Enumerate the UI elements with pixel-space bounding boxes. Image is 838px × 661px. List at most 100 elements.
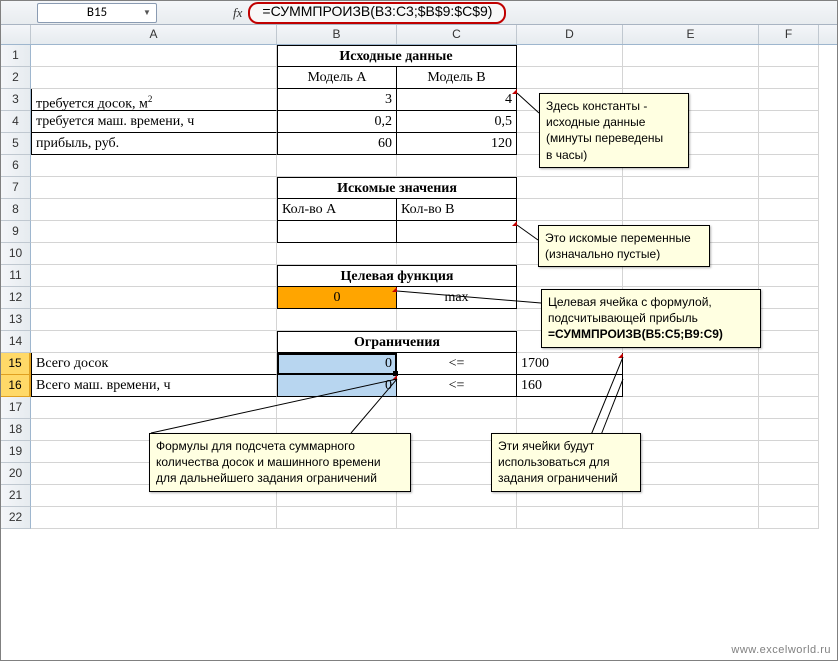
cell-A12[interactable]: [31, 287, 277, 309]
row-header-22[interactable]: 22: [1, 507, 31, 529]
cell-E8[interactable]: [623, 199, 759, 221]
cell-B4[interactable]: 0,2: [277, 111, 397, 133]
cell-C13[interactable]: [397, 309, 517, 331]
cell-B17[interactable]: [277, 397, 397, 419]
cell-F8[interactable]: [759, 199, 819, 221]
cell-C15[interactable]: <=: [397, 353, 517, 375]
cell-A17[interactable]: [31, 397, 277, 419]
cell-D8[interactable]: [517, 199, 623, 221]
cell-E1[interactable]: [623, 45, 759, 67]
cell-B8[interactable]: Кол-во A: [277, 199, 397, 221]
row-header-9[interactable]: 9: [1, 221, 31, 243]
cell-B3[interactable]: 3: [277, 89, 397, 111]
cell-C1[interactable]: Исходные данные: [396, 45, 517, 67]
col-header-B[interactable]: B: [277, 25, 397, 44]
col-header-C[interactable]: C: [397, 25, 517, 44]
row-header-16[interactable]: 16: [1, 375, 31, 397]
col-header-D[interactable]: D: [517, 25, 623, 44]
row-header-10[interactable]: 10: [1, 243, 31, 265]
cell-F12[interactable]: [759, 287, 819, 309]
cell-B9[interactable]: [277, 221, 397, 243]
fx-icon[interactable]: fx: [233, 5, 242, 21]
cell-C16[interactable]: <=: [397, 375, 517, 397]
cell-C3[interactable]: 4: [397, 89, 517, 111]
cell-A15[interactable]: Всего досок: [31, 353, 277, 375]
cell-E22[interactable]: [623, 507, 759, 529]
row-header-4[interactable]: 4: [1, 111, 31, 133]
select-all-corner[interactable]: [1, 25, 31, 44]
cell-A11[interactable]: [31, 265, 277, 287]
cell-D17[interactable]: [517, 397, 623, 419]
row-header-20[interactable]: 20: [1, 463, 31, 485]
cell-F18[interactable]: [759, 419, 819, 441]
cell-A2[interactable]: [31, 67, 277, 89]
formula-input[interactable]: =СУММПРОИЗВ(B3:C3;$B$9:$C$9): [258, 3, 496, 23]
cell-B13[interactable]: [277, 309, 397, 331]
cell-F5[interactable]: [759, 133, 819, 155]
row-header-2[interactable]: 2: [1, 67, 31, 89]
cell-F9[interactable]: [759, 221, 819, 243]
cell-C22[interactable]: [397, 507, 517, 529]
row-header-15[interactable]: 15: [1, 353, 31, 375]
cell-A1[interactable]: [31, 45, 277, 67]
cell-F17[interactable]: [759, 397, 819, 419]
cell-F10[interactable]: [759, 243, 819, 265]
cell-D2[interactable]: [517, 67, 623, 89]
cell-C12[interactable]: max: [397, 287, 517, 309]
cell-C2[interactable]: Модель B: [397, 67, 517, 89]
cell-C17[interactable]: [397, 397, 517, 419]
cell-F13[interactable]: [759, 309, 819, 331]
cell-F22[interactable]: [759, 507, 819, 529]
cell-C6[interactable]: [397, 155, 517, 177]
cell-C10[interactable]: [397, 243, 517, 265]
cell-F20[interactable]: [759, 463, 819, 485]
cell-F19[interactable]: [759, 441, 819, 463]
row-header-6[interactable]: 6: [1, 155, 31, 177]
cell-C8[interactable]: Кол-во B: [397, 199, 517, 221]
row-header-13[interactable]: 13: [1, 309, 31, 331]
row-header-7[interactable]: 7: [1, 177, 31, 199]
cell-E2[interactable]: [623, 67, 759, 89]
cell-A3[interactable]: требуется досок, м2: [31, 89, 277, 111]
cell-E17[interactable]: [623, 397, 759, 419]
row-header-21[interactable]: 21: [1, 485, 31, 507]
cell-E20[interactable]: [623, 463, 759, 485]
cell-A13[interactable]: [31, 309, 277, 331]
cell-E18[interactable]: [623, 419, 759, 441]
cell-F4[interactable]: [759, 111, 819, 133]
cell-A14[interactable]: [31, 331, 277, 353]
cell-A5[interactable]: прибыль, руб.: [31, 133, 277, 155]
cell-B6[interactable]: [277, 155, 397, 177]
cell-A22[interactable]: [31, 507, 277, 529]
cell-D1[interactable]: [517, 45, 623, 67]
cell-D11[interactable]: [517, 265, 623, 287]
cell-E11[interactable]: [623, 265, 759, 287]
row-header-19[interactable]: 19: [1, 441, 31, 463]
row-header-3[interactable]: 3: [1, 89, 31, 111]
cell-C4[interactable]: 0,5: [397, 111, 517, 133]
row-header-1[interactable]: 1: [1, 45, 31, 67]
cell-D22[interactable]: [517, 507, 623, 529]
cell-D7[interactable]: [517, 177, 623, 199]
cell-D16[interactable]: 160: [517, 375, 623, 397]
row-header-18[interactable]: 18: [1, 419, 31, 441]
cell-A9[interactable]: [31, 221, 277, 243]
cell-A10[interactable]: [31, 243, 277, 265]
cell-F11[interactable]: [759, 265, 819, 287]
cell-F7[interactable]: [759, 177, 819, 199]
cell-A6[interactable]: [31, 155, 277, 177]
cell-B22[interactable]: [277, 507, 397, 529]
row-header-11[interactable]: 11: [1, 265, 31, 287]
col-header-A[interactable]: A: [31, 25, 277, 44]
cell-F16[interactable]: [759, 375, 819, 397]
cell-B12[interactable]: 0: [277, 287, 397, 309]
chevron-down-icon[interactable]: ▼: [140, 6, 154, 20]
row-header-5[interactable]: 5: [1, 133, 31, 155]
cell-C9[interactable]: [397, 221, 517, 243]
cell-E7[interactable]: [623, 177, 759, 199]
cell-B15[interactable]: 0: [277, 353, 397, 375]
cell-B10[interactable]: [277, 243, 397, 265]
cell-E16[interactable]: [623, 375, 759, 397]
cell-F2[interactable]: [759, 67, 819, 89]
row-header-17[interactable]: 17: [1, 397, 31, 419]
